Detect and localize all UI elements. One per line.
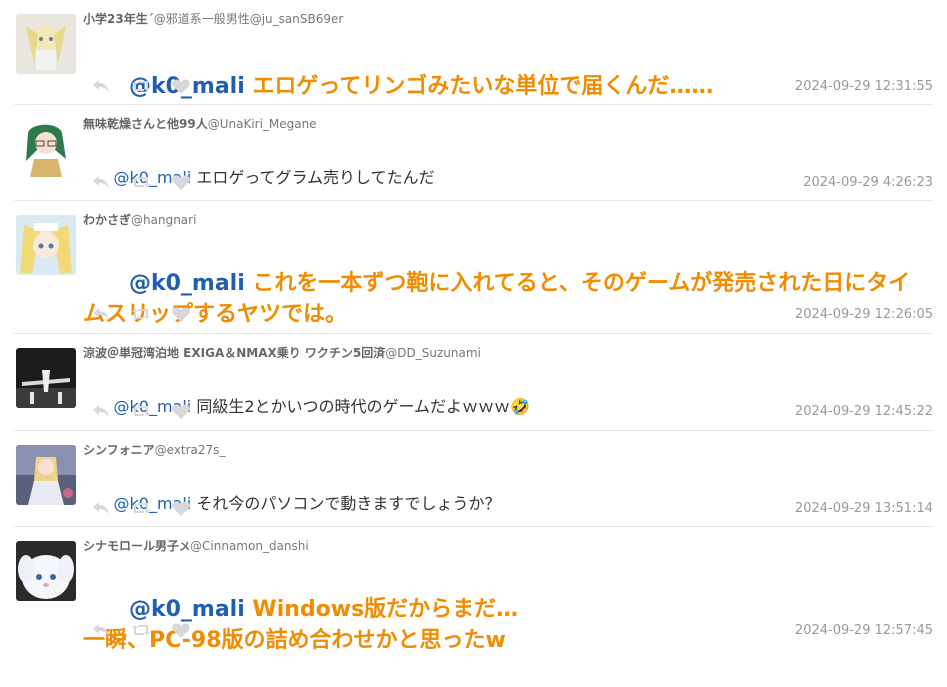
tweet-actions <box>92 173 212 191</box>
avatar[interactable] <box>16 14 76 74</box>
tweet-header: わかさぎ@hangnari <box>83 211 196 228</box>
tweet-actions <box>92 499 212 517</box>
user-handle[interactable]: @Cinnamon_danshi <box>190 539 309 553</box>
tweet-item: シナモロール男子〤@Cinnamon_danshi @k0_mali Windo… <box>14 527 933 653</box>
reply-icon[interactable] <box>92 621 132 639</box>
tweet-actions <box>92 305 212 323</box>
display-name[interactable]: 小学23年生´ <box>83 12 154 26</box>
tweet-header: 無味乾燥さんと他99人@UnaKiri_Megane <box>83 115 317 132</box>
tweet-body: それ今のパソコンで動きますでしょうか？ <box>191 494 501 513</box>
reply-icon[interactable] <box>92 402 132 420</box>
tweet-item: 無味乾燥さんと他99人@UnaKiri_Megane @k0_mali エロゲっ… <box>14 105 933 201</box>
display-name[interactable]: シナモロール男子 <box>83 539 179 553</box>
heart-icon[interactable] <box>172 499 212 517</box>
avatar[interactable] <box>16 348 76 408</box>
retweet-icon[interactable] <box>132 305 172 323</box>
heart-icon[interactable] <box>172 402 212 420</box>
user-handle[interactable]: @DD_Suzunami <box>385 346 481 360</box>
reply-icon[interactable] <box>92 77 132 95</box>
reply-timeline: 小学23年生´@邪道系一般男性@ju_sanSB69er @k0_mali エロ… <box>0 0 947 653</box>
retweet-icon[interactable] <box>132 173 172 191</box>
retweet-icon[interactable] <box>132 77 172 95</box>
avatar[interactable] <box>16 215 76 275</box>
tweet-body: エロゲってグラム売りしてたんだ <box>191 168 435 187</box>
retweet-icon[interactable] <box>132 402 172 420</box>
tweet-item: 小学23年生´@邪道系一般男性@ju_sanSB69er @k0_mali エロ… <box>14 0 933 105</box>
display-name[interactable]: シンフォニア <box>83 443 155 457</box>
mention-link[interactable]: @k0_mali <box>129 597 245 622</box>
tweet-actions <box>92 621 212 639</box>
heart-icon[interactable] <box>172 77 212 95</box>
timestamp[interactable]: 2024-09-29 12:45:22 <box>795 404 933 419</box>
mention-link[interactable]: @k0_mali <box>129 271 245 296</box>
tweet-body: エロゲってリンゴみたいな単位で届くんだ…… <box>244 74 714 99</box>
tweet-header: シナモロール男子〤@Cinnamon_danshi <box>83 537 309 554</box>
user-handle[interactable]: @邪道系一般男性@ju_sanSB69er <box>154 12 344 26</box>
user-handle[interactable]: @hangnari <box>131 213 196 227</box>
reply-icon[interactable] <box>92 499 132 517</box>
gender-icon: 〤 <box>179 540 191 553</box>
tweet-actions <box>92 402 212 420</box>
avatar[interactable] <box>16 119 76 179</box>
tweet-item: シンフォニア@extra27s_ @k0_mali それ今のパソコンで動きますで… <box>14 431 933 527</box>
tweet-body: 同級生2とかいつの時代のゲームだよｗｗｗ🤣 <box>191 397 530 416</box>
reply-icon[interactable] <box>92 173 132 191</box>
user-handle[interactable]: @extra27s_ <box>155 443 226 457</box>
user-handle[interactable]: @UnaKiri_Megane <box>208 117 317 131</box>
heart-icon[interactable] <box>172 173 212 191</box>
retweet-icon[interactable] <box>132 499 172 517</box>
retweet-icon[interactable] <box>132 621 172 639</box>
reply-icon[interactable] <box>92 305 132 323</box>
display-name[interactable]: 涼波＠単冠湾泊地 EXIGA＆NMAX乗り ワクチン5回済 <box>83 346 385 360</box>
tweet-item: わかさぎ@hangnari @k0_mali これを一本ずつ鞄に入れてると、その… <box>14 201 933 334</box>
timestamp[interactable]: 2024-09-29 12:26:05 <box>795 307 933 322</box>
heart-icon[interactable] <box>172 305 212 323</box>
display-name[interactable]: わかさぎ <box>83 213 131 227</box>
avatar[interactable] <box>16 541 76 601</box>
avatar[interactable] <box>16 445 76 505</box>
tweet-header: 小学23年生´@邪道系一般男性@ju_sanSB69er <box>83 10 343 27</box>
timestamp[interactable]: 2024-09-29 4:26:23 <box>803 175 933 190</box>
display-name[interactable]: 無味乾燥さんと他99人 <box>83 117 208 131</box>
timestamp[interactable]: 2024-09-29 13:51:14 <box>795 501 933 516</box>
timestamp[interactable]: 2024-09-29 12:57:45 <box>795 623 933 638</box>
tweet-header: シンフォニア@extra27s_ <box>83 441 225 458</box>
tweet-actions <box>92 77 212 95</box>
timestamp[interactable]: 2024-09-29 12:31:55 <box>795 79 933 94</box>
tweet-header: 涼波＠単冠湾泊地 EXIGA＆NMAX乗り ワクチン5回済@DD_Suzunam… <box>83 344 481 361</box>
tweet-item: 涼波＠単冠湾泊地 EXIGA＆NMAX乗り ワクチン5回済@DD_Suzunam… <box>14 334 933 431</box>
heart-icon[interactable] <box>172 621 212 639</box>
